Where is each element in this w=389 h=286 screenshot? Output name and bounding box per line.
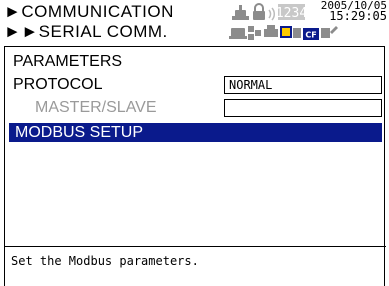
alarm-icon [232, 5, 249, 20]
protocol-field[interactable]: NORMAL [224, 76, 382, 94]
cf-card-icon [280, 26, 301, 38]
master-slave-label: MASTER/SLAVE [35, 99, 157, 116]
time-text: 15:29:05 [329, 9, 387, 23]
keylock-icon: 1234 [276, 4, 307, 21]
master-slave-row: MASTER/SLAVE [5, 98, 386, 117]
printer-icon [264, 25, 278, 37]
breadcrumb-serial-comm: ►►SERIAL COMM. [4, 22, 168, 41]
panel-title: PARAMETERS [13, 53, 123, 70]
help-message: Set the Modbus parameters. [5, 246, 386, 285]
satellite-icon [321, 26, 338, 38]
modbus-setup-item[interactable]: MODBUS SETUP [9, 123, 382, 142]
protocol-row[interactable]: PROTOCOL NORMAL [5, 75, 386, 94]
datetime: 2005/10/05 15:29:05 [321, 0, 387, 22]
master-slave-field [224, 99, 382, 117]
breadcrumb-communication: ►COMMUNICATION [4, 2, 174, 21]
parameters-panel: PARAMETERS PROTOCOL NORMAL MASTER/SLAVE … [4, 46, 386, 286]
disk-icon [248, 26, 261, 40]
lock-icon [253, 3, 265, 20]
header-bar: ►COMMUNICATION ►►SERIAL COMM. 1234 CF 20… [0, 0, 389, 46]
signal-icon [268, 7, 276, 21]
cf-badge-text: CF [305, 31, 316, 40]
network-icon [229, 28, 247, 39]
status-badge-text: 1234 [276, 6, 307, 21]
floppy-icon: CF [303, 28, 319, 40]
protocol-label: PROTOCOL [13, 76, 103, 93]
modbus-setup-label: MODBUS SETUP [15, 124, 144, 141]
